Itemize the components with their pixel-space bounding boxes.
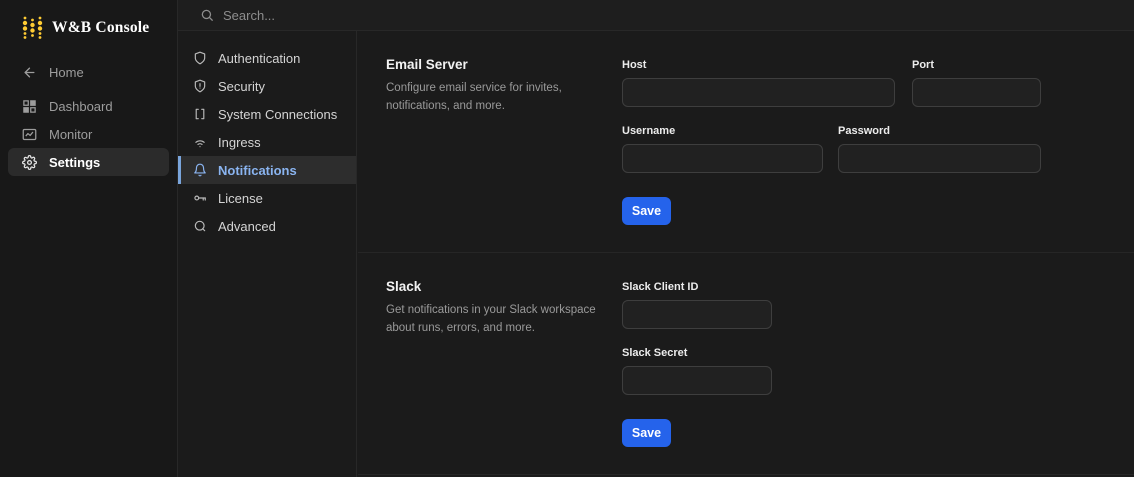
wandb-console-app: W&B Console Home Dashboard Monitor Setti… bbox=[0, 0, 1134, 477]
sidebar-item-label: Home bbox=[49, 64, 84, 80]
settings-nav-item-advanced[interactable]: Advanced bbox=[178, 212, 356, 240]
slack-save-button[interactable]: Save bbox=[622, 419, 671, 447]
sidebar-item-label: Settings bbox=[49, 154, 101, 170]
advanced-icon bbox=[193, 219, 207, 233]
slack-secret-field-group: Slack Secret bbox=[622, 347, 772, 395]
primary-sidebar: W&B Console Home Dashboard Monitor Setti… bbox=[0, 0, 178, 477]
section-divider bbox=[358, 474, 1134, 475]
slack-form: Slack Client ID Slack Secret Save bbox=[622, 273, 1041, 447]
settings-nav-label: Security bbox=[218, 78, 265, 94]
settings-nav-item-security[interactable]: Security bbox=[178, 72, 356, 100]
email-save-button[interactable]: Save bbox=[622, 197, 671, 225]
search-icon bbox=[200, 8, 214, 22]
bell-icon bbox=[193, 163, 207, 177]
host-input[interactable] bbox=[622, 78, 895, 107]
section-description: Get notifications in your Slack workspac… bbox=[386, 304, 596, 334]
port-input[interactable] bbox=[912, 78, 1041, 107]
port-label: Port bbox=[912, 59, 934, 71]
section-description: Configure email service for invites, not… bbox=[386, 82, 562, 112]
email-server-info: Email Server Configure email service for… bbox=[386, 51, 622, 252]
key-icon bbox=[193, 191, 207, 205]
search-input[interactable]: Search... bbox=[178, 0, 1134, 30]
sidebar-item-home[interactable]: Home bbox=[8, 58, 169, 86]
settings-nav-label: Notifications bbox=[218, 162, 297, 178]
monitor-chart-icon bbox=[22, 127, 37, 142]
settings-nav-label: Authentication bbox=[218, 50, 301, 66]
settings-nav-label: License bbox=[218, 190, 263, 206]
sidebar-item-settings[interactable]: Settings bbox=[8, 148, 169, 176]
gear-icon bbox=[22, 154, 37, 170]
email-server-form: Host Port Username Password Save bbox=[622, 51, 1041, 252]
username-field-group: Username bbox=[622, 125, 823, 173]
wifi-icon bbox=[193, 135, 207, 149]
search-placeholder: Search... bbox=[223, 7, 276, 23]
settings-nav-item-system-connections[interactable]: System Connections bbox=[178, 100, 356, 128]
slack-client-id-label: Slack Client ID bbox=[622, 281, 699, 293]
username-label: Username bbox=[622, 125, 676, 137]
slack-client-id-field-group: Slack Client ID bbox=[622, 281, 772, 329]
settings-nav-label: Ingress bbox=[218, 134, 261, 150]
app-title: W&B Console bbox=[52, 18, 150, 36]
section-title: Email Server bbox=[386, 57, 468, 72]
settings-nav-item-authentication[interactable]: Authentication bbox=[178, 44, 356, 72]
host-field-group: Host bbox=[622, 59, 895, 107]
sidebar-item-label: Dashboard bbox=[49, 98, 113, 114]
settings-nav: Authentication Security System Connectio… bbox=[178, 31, 357, 477]
primary-nav: Home Dashboard Monitor Settings bbox=[0, 58, 177, 176]
settings-nav-label: System Connections bbox=[218, 106, 338, 122]
topbar: Search... bbox=[178, 0, 1134, 31]
username-input[interactable] bbox=[622, 144, 823, 173]
settings-content: Email Server Configure email service for… bbox=[358, 31, 1134, 477]
password-field-group: Password bbox=[838, 125, 1041, 173]
slack-secret-input[interactable] bbox=[622, 366, 772, 395]
slack-section: Slack Get notifications in your Slack wo… bbox=[358, 253, 1134, 447]
shield-alert-icon bbox=[193, 79, 207, 93]
grid-icon bbox=[22, 99, 37, 114]
slack-secret-label: Slack Secret bbox=[622, 347, 688, 359]
wandb-logo-icon bbox=[22, 16, 43, 39]
settings-nav-item-ingress[interactable]: Ingress bbox=[178, 128, 356, 156]
slack-client-id-input[interactable] bbox=[622, 300, 772, 329]
slack-info: Slack Get notifications in your Slack wo… bbox=[386, 273, 622, 447]
port-field-group: Port bbox=[912, 59, 1041, 107]
password-input[interactable] bbox=[838, 144, 1041, 173]
password-label: Password bbox=[838, 125, 890, 137]
brackets-icon bbox=[193, 107, 207, 121]
shield-icon bbox=[193, 51, 207, 65]
app-logo: W&B Console bbox=[0, 0, 177, 41]
email-server-section: Email Server Configure email service for… bbox=[358, 31, 1134, 253]
section-title: Slack bbox=[386, 279, 422, 294]
sidebar-item-label: Monitor bbox=[49, 126, 93, 142]
host-label: Host bbox=[622, 59, 647, 71]
sidebar-item-dashboard[interactable]: Dashboard bbox=[8, 92, 169, 120]
arrow-left-icon bbox=[22, 65, 37, 80]
settings-nav-label: Advanced bbox=[218, 218, 276, 234]
sidebar-item-monitor[interactable]: Monitor bbox=[8, 120, 169, 148]
settings-nav-item-license[interactable]: License bbox=[178, 184, 356, 212]
settings-nav-item-notifications[interactable]: Notifications bbox=[178, 156, 356, 184]
